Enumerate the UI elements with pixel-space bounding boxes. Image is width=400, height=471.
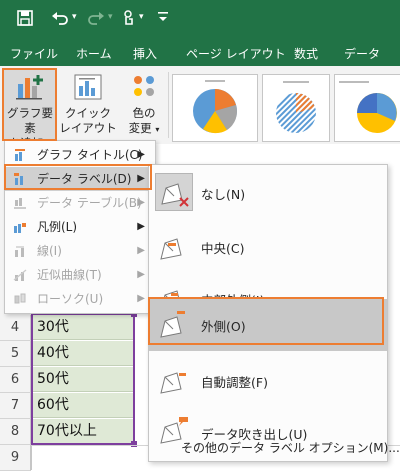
label-outside-end-icon [155, 305, 193, 343]
tab-page-layout[interactable]: ページ レイアウト [186, 45, 286, 62]
tab-home[interactable]: ホーム [76, 45, 112, 62]
undo-icon[interactable] [50, 9, 70, 27]
touch-mode-icon[interactable] [120, 9, 138, 27]
range-handle[interactable] [131, 441, 137, 447]
submenu-item-center[interactable]: 中央(C) [149, 221, 387, 273]
row-header[interactable]: 4 [0, 315, 31, 341]
lines-icon [15, 246, 24, 257]
more-data-label-options[interactable]: その他のデータ ラベル オプション(M)... [149, 439, 400, 459]
tab-file[interactable]: ファイル [10, 45, 58, 62]
add-chart-element-menu: グラフ タイトル(C) ▶ データ ラベル(D) ▶ データ テーブル(B) ▶ 凡例… [4, 140, 156, 314]
tab-formulas[interactable]: 数式 [294, 45, 318, 62]
customize-qat-icon[interactable] [156, 7, 170, 25]
submenu-arrow-icon: ▶ [137, 293, 145, 304]
chart-title-icon [15, 149, 25, 161]
menu-item-legend[interactable]: 凡例(L) ▶ [5, 215, 155, 239]
submenu-arrow-icon: ▶ [137, 269, 145, 280]
redo-dropdown-icon: ▾ [108, 12, 113, 22]
tab-insert[interactable]: 挿入 [133, 45, 157, 62]
data-labels-submenu: なし(N) 中央(C) 内部外側(I) 外側(O) 自動調整(F) データ吹き出… [148, 164, 400, 462]
submenu-arrow-icon: ▶ [137, 197, 145, 208]
submenu-arrow-icon: ▶ [137, 245, 145, 256]
add-chart-element-label-1: グラフ要素 [7, 106, 53, 135]
menu-item-lines: 線(I) ▶ [5, 239, 155, 263]
row-header[interactable]: 6 [0, 367, 31, 393]
ribbon-separator [168, 72, 169, 138]
label-center-icon [155, 227, 193, 265]
change-colors-button[interactable]: 色の 変更 ▾ [122, 68, 166, 140]
row-header[interactable]: 5 [0, 341, 31, 367]
ribbon: グラフ要素 を追加 ▾ クイック レイアウト ▾ 色の 変更 ▾ [0, 66, 400, 150]
menu-item-up-down-bars: ローソク(U) ▶ [5, 287, 155, 311]
submenu-item-best-fit[interactable]: 自動調整(F) [149, 355, 387, 407]
chart-style-3[interactable] [334, 74, 400, 142]
chart-style-1[interactable] [172, 74, 258, 142]
redo-icon [86, 9, 106, 27]
row-header[interactable]: 7 [0, 393, 31, 419]
touch-dropdown-icon[interactable]: ▾ [139, 12, 144, 22]
undo-dropdown-icon[interactable]: ▾ [72, 12, 77, 22]
pie-chart-style-thumb-3 [339, 81, 397, 133]
up-down-bars-icon [14, 293, 26, 304]
pie-chart-style-thumb [193, 80, 238, 134]
submenu-item-none[interactable]: なし(N) [149, 167, 387, 219]
submenu-arrow-icon: ▶ [137, 149, 145, 160]
submenu-arrow-icon: ▶ [137, 221, 145, 232]
save-icon[interactable] [16, 9, 34, 27]
menu-item-data-labels[interactable]: データ ラベル(D) ▶ [5, 167, 155, 191]
row-header[interactable]: 8 [0, 419, 31, 445]
change-colors-label-2: 変更 ▾ [128, 121, 160, 135]
quick-layout-button[interactable]: クイック レイアウト ▾ [58, 68, 118, 149]
legend-icon [14, 223, 26, 233]
menu-item-trendline: 近似曲線(T) ▶ [5, 263, 155, 287]
data-range-highlight [31, 313, 135, 445]
change-colors-label-1: 色の [132, 106, 156, 120]
label-best-fit-icon [155, 361, 193, 399]
row-header[interactable]: 9 [0, 445, 31, 471]
tab-data[interactable]: データ [344, 45, 380, 62]
quick-access-toolbar: ▾ ▾ ▾ [0, 0, 400, 38]
data-table-icon [14, 198, 26, 209]
pie-chart-style-thumb-hatched [276, 81, 316, 133]
trendline-icon [13, 269, 27, 281]
data-labels-icon [14, 173, 23, 185]
menu-item-chart-title[interactable]: グラフ タイトル(C) ▶ [5, 143, 155, 167]
submenu-item-outside-end[interactable]: 外側(O) [149, 299, 387, 351]
quick-layout-icon [74, 74, 102, 100]
menu-item-data-table: データ テーブル(B) ▶ [5, 191, 155, 215]
add-chart-element-button[interactable]: グラフ要素 を追加 ▾ [3, 68, 57, 150]
label-none-icon [155, 173, 193, 211]
quick-layout-label-1: クイック [65, 106, 111, 120]
ribbon-tabs: ファイル ホーム 挿入 ページ レイアウト 数式 データ [0, 38, 400, 66]
submenu-arrow-icon: ▶ [137, 173, 145, 184]
chart-style-2[interactable] [262, 74, 330, 142]
color-palette-icon [134, 76, 154, 96]
add-chart-element-icon [16, 75, 43, 100]
